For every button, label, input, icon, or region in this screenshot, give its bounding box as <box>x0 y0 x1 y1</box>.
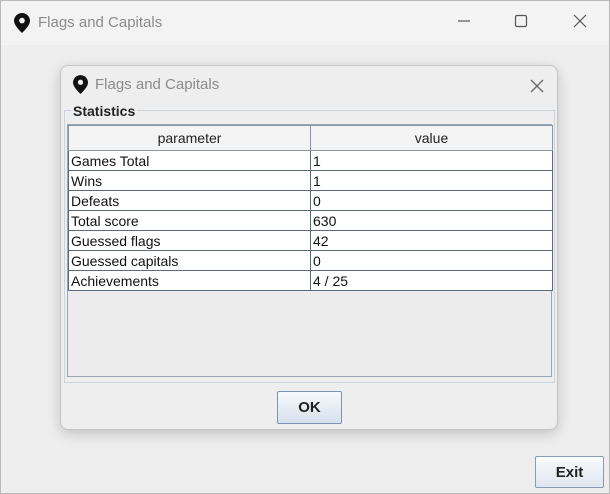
table-row[interactable]: Defeats 0 <box>68 190 553 211</box>
value-cell[interactable]: 1 <box>310 150 553 171</box>
maximize-button[interactable] <box>498 1 544 45</box>
minimize-icon <box>457 14 471 33</box>
table-row[interactable]: Games Total 1 <box>68 150 553 171</box>
value-cell[interactable]: 630 <box>310 210 553 231</box>
table-row[interactable]: Guessed capitals 0 <box>68 250 553 271</box>
statistics-dialog: Flags and Capitals Statistics parameter … <box>60 65 558 430</box>
value-cell[interactable]: 4 / 25 <box>310 270 553 291</box>
column-header-value[interactable]: value <box>310 125 553 151</box>
dialog-titlebar[interactable]: Flags and Capitals <box>61 66 557 104</box>
table-row[interactable]: Guessed flags 42 <box>68 230 553 251</box>
window-title: Flags and Capitals <box>38 14 163 31</box>
map-pin-icon <box>14 13 30 33</box>
statistics-table-area[interactable]: parameter value Games Total 1 Wins 1 Def… <box>67 124 553 377</box>
minimize-button[interactable] <box>441 1 487 45</box>
table-row[interactable]: Total score 630 <box>68 210 553 231</box>
parameter-cell[interactable]: Guessed capitals <box>68 250 311 271</box>
close-icon <box>530 79 544 93</box>
value-cell[interactable]: 0 <box>310 250 553 271</box>
parameter-cell[interactable]: Total score <box>68 210 311 231</box>
parameter-cell[interactable]: Achievements <box>68 270 311 291</box>
main-titlebar[interactable]: Flags and Capitals <box>1 1 609 45</box>
ok-button[interactable]: OK <box>277 391 342 424</box>
exit-button[interactable]: Exit <box>535 456 604 488</box>
dialog-title: Flags and Capitals <box>95 76 220 93</box>
close-icon <box>573 14 587 33</box>
group-title: Statistics <box>71 103 138 119</box>
table-header-row: parameter value <box>68 125 553 151</box>
value-cell[interactable]: 42 <box>310 230 553 251</box>
table-row[interactable]: Achievements 4 / 25 <box>68 270 553 291</box>
statistics-group: Statistics parameter value Games Total 1 <box>64 103 555 383</box>
value-cell[interactable]: 0 <box>310 190 553 211</box>
parameter-cell[interactable]: Wins <box>68 170 311 191</box>
close-button[interactable] <box>557 1 603 45</box>
column-header-parameter[interactable]: parameter <box>68 125 311 151</box>
statistics-table: parameter value Games Total 1 Wins 1 Def… <box>68 125 553 291</box>
value-cell[interactable]: 1 <box>310 170 553 191</box>
parameter-cell[interactable]: Guessed flags <box>68 230 311 251</box>
parameter-cell[interactable]: Defeats <box>68 190 311 211</box>
maximize-icon <box>514 14 528 33</box>
map-pin-icon <box>73 75 88 94</box>
dialog-close-button[interactable] <box>527 76 547 96</box>
parameter-cell[interactable]: Games Total <box>68 150 311 171</box>
table-row[interactable]: Wins 1 <box>68 170 553 191</box>
